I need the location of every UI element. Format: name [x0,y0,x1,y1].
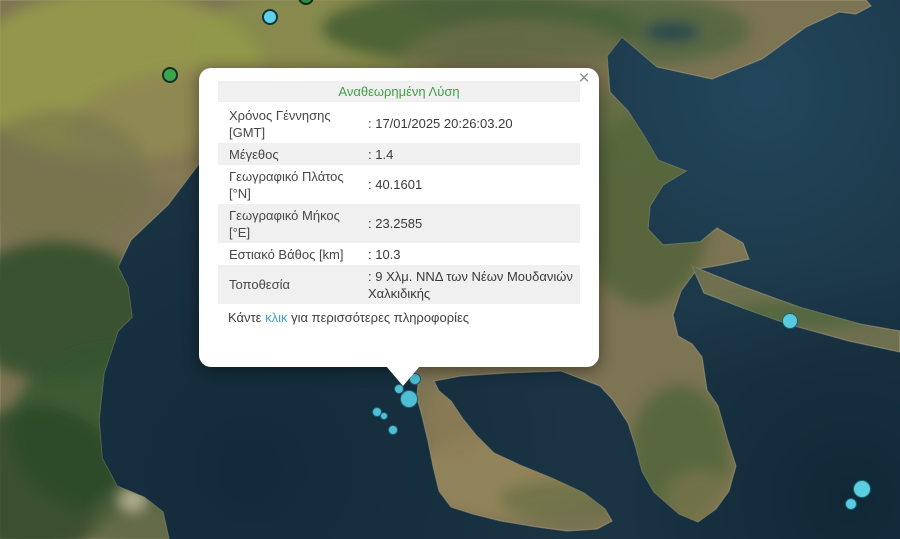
footer-text-prefix: Κάντε [228,310,265,325]
earthquake-marker[interactable] [782,313,798,329]
more-info-link[interactable]: κλικ [265,310,287,325]
table-row: Γεωγραφικό Μήκος [°E]: 23.2585 [218,204,580,243]
table-row: Εστιακό Βάθος [km]: 10.3 [218,243,580,265]
earthquake-marker[interactable] [380,412,388,420]
earthquake-marker[interactable] [162,67,178,83]
popup-tail [386,366,420,386]
table-row: Γεωγραφικό Πλάτος [°N]: 40.1601 [218,165,580,204]
popup-footer: Κάντε κλικ για περισσότερες πληροφορίες [218,309,580,326]
row-value: : 40.1601 [368,176,580,193]
row-value: : 1.4 [368,146,580,163]
table-row: Χρόνος Γέννησης [GMT]: 17/01/2025 20:26:… [218,104,580,143]
popup-table: Χρόνος Γέννησης [GMT]: 17/01/2025 20:26:… [218,104,580,304]
row-value: : 10.3 [368,246,580,263]
earthquake-map-app: × Αναθεωρημένη Λύση Χρόνος Γέννησης [GMT… [0,0,900,539]
row-label: Γεωγραφικό Πλάτος [°N] [218,168,368,202]
earthquake-marker[interactable] [845,498,857,510]
footer-text-suffix: για περισσότερες πληροφορίες [287,310,469,325]
row-value: : 9 Χλμ. ΝΝΔ των Νέων Μουδανιών Χαλκιδικ… [368,268,580,302]
table-row: Μέγεθος: 1.4 [218,143,580,165]
earthquake-info-popup: × Αναθεωρημένη Λύση Χρόνος Γέννησης [GMT… [199,68,599,367]
close-icon[interactable]: × [575,70,593,88]
popup-title: Αναθεωρημένη Λύση [218,81,580,102]
row-label: Μέγεθος [218,146,368,163]
row-label: Εστιακό Βάθος [km] [218,246,368,263]
row-value: : 17/01/2025 20:26:03.20 [368,115,580,132]
table-row: Τοποθεσία: 9 Χλμ. ΝΝΔ των Νέων Μουδανιών… [218,265,580,304]
row-label: Χρόνος Γέννησης [GMT] [218,107,368,141]
earthquake-marker[interactable] [853,480,871,498]
row-label: Τοποθεσία [218,276,368,293]
earthquake-marker[interactable] [262,9,278,25]
earthquake-marker[interactable] [400,390,418,408]
row-value: : 23.2585 [368,215,580,232]
row-label: Γεωγραφικό Μήκος [°E] [218,207,368,241]
earthquake-marker[interactable] [388,425,398,435]
